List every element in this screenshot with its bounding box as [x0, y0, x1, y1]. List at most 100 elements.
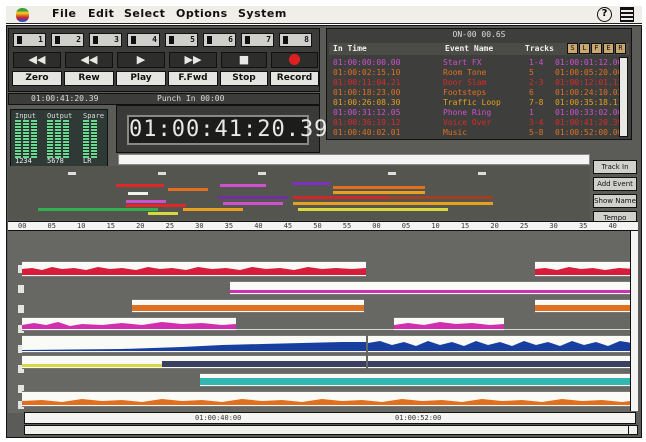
ruler-tick-label: 05	[401, 222, 411, 230]
ruler-tick-label: 55	[342, 222, 352, 230]
event-row[interactable]: 01:00:18:23.00 Footsteps 6 01:00:24:10.02	[331, 88, 622, 97]
stop-button[interactable]: ■ Stop	[220, 52, 268, 87]
header-button-l[interactable]: L	[579, 43, 590, 54]
rewind-button[interactable]: ◀◀ Rew	[64, 52, 114, 87]
track-arm-button-2[interactable]: 2	[51, 33, 84, 47]
audio-clip[interactable]	[368, 355, 638, 369]
audio-clip[interactable]	[368, 335, 638, 353]
overview-marker	[258, 172, 266, 175]
track-arm-button-7[interactable]: 7	[241, 33, 274, 47]
apple-menu-icon[interactable]	[16, 8, 29, 22]
meter-bar	[15, 120, 21, 158]
meter-bar	[47, 120, 53, 158]
event-tracks: 5	[529, 68, 534, 77]
audio-clip[interactable]	[394, 317, 504, 331]
event-out-time: 01:00:33:02.00	[555, 108, 623, 117]
track-arm-button-4[interactable]: 4	[127, 33, 160, 47]
track-arm-button-3[interactable]: 3	[89, 33, 122, 47]
track-arm-button-1[interactable]: 1	[13, 33, 46, 47]
track-vertical-scrollbar[interactable]	[630, 231, 638, 411]
counter-panel: 01:00:41:20.39	[116, 105, 327, 153]
selection-bar[interactable]	[118, 154, 590, 165]
meter-group-label-output: Output	[47, 112, 73, 120]
menu-select[interactable]: Select	[124, 7, 165, 20]
overview-marker	[158, 172, 166, 175]
punch-readout: Punch In 00:00	[157, 94, 225, 103]
overview-bar	[298, 208, 448, 211]
header-button-e[interactable]: E	[603, 43, 614, 54]
track-arm-button-8[interactable]: 8	[279, 33, 312, 47]
rewind-label: Rew	[64, 71, 114, 86]
record-button[interactable]: Record	[270, 52, 319, 87]
bottom-timeline-ruler[interactable]: 01:00:40:00 01:00:52:00	[24, 412, 636, 424]
resize-grip-icon[interactable]	[628, 425, 638, 435]
audio-clip[interactable]	[132, 299, 364, 313]
header-button-s[interactable]: S	[567, 43, 578, 54]
menu-file[interactable]: File	[52, 7, 77, 20]
event-in-time: 01:00:11:04.21	[333, 78, 401, 87]
event-row[interactable]: 01:00:36:19.12 Voice Over 3-4 01:00:41:20.3…	[331, 118, 622, 127]
rewind-icon: ◀◀	[65, 52, 113, 68]
audio-clip[interactable]	[535, 261, 637, 277]
event-list-scrollbar[interactable]	[619, 57, 628, 137]
event-name: Phone Ring	[443, 108, 492, 117]
audio-clip[interactable]	[535, 299, 637, 313]
event-row[interactable]: 01:00:31:12.05 Phone Ring 1 01:00:33:02.00	[331, 108, 623, 117]
ruler-tick-label: 45	[283, 222, 293, 230]
audio-clip[interactable]	[22, 317, 236, 331]
overview-marker	[68, 172, 76, 175]
header-button-r[interactable]: R	[615, 43, 626, 54]
event-row[interactable]: 01:00:40:02.01 Music 5-8 01:00:52:00.00	[331, 128, 622, 137]
overview-bar	[333, 186, 425, 189]
audio-clip[interactable]	[22, 261, 366, 277]
track-label[interactable]	[18, 305, 24, 313]
zero-button[interactable]: ◀◀ Zero	[12, 52, 62, 87]
meter-bar	[31, 120, 37, 158]
menu-options[interactable]: Options	[176, 7, 228, 20]
fast-forward-button[interactable]: ▶▶ F.Fwd	[168, 52, 218, 87]
play-button[interactable]: ▶ Play	[116, 52, 166, 87]
event-out-time: 01:00:05:20.00	[555, 68, 623, 77]
event-row[interactable]: 01:00:00:00.00 Start FX 1-4 01:00:01:12.00	[331, 58, 623, 67]
event-out-time: 01:00:01:12.00	[555, 58, 623, 67]
overview-bar	[38, 208, 158, 211]
track-arm-button-5[interactable]: 5	[165, 33, 198, 47]
audio-clip[interactable]	[22, 391, 638, 407]
column-event-name[interactable]: Event Name	[445, 44, 493, 53]
overview-panel[interactable]	[8, 166, 590, 220]
show-name-button[interactable]: Show Name	[593, 194, 637, 208]
column-tracks[interactable]: Tracks	[525, 44, 554, 53]
track-arm-button-6[interactable]: 6	[203, 33, 236, 47]
event-name: Traffic Loop	[443, 98, 501, 107]
column-in-time[interactable]: In Time	[333, 44, 367, 53]
fast-forward-icon: ▶▶	[169, 52, 217, 68]
event-tracks: 5-8	[529, 128, 544, 137]
header-button-f[interactable]: F	[591, 43, 602, 54]
overview-bar	[292, 182, 330, 185]
track-in-button[interactable]: Track In	[593, 160, 637, 174]
bottom-ruler-right-label: 01:00:52:00	[395, 414, 442, 422]
audio-clip[interactable]	[200, 373, 638, 387]
audio-clip[interactable]	[230, 281, 638, 295]
overview-bar	[223, 202, 283, 205]
menu-edit[interactable]: Edit	[88, 7, 114, 20]
horizontal-scrollbar[interactable]	[24, 425, 630, 435]
menu-system[interactable]: System	[238, 7, 287, 20]
event-name: Door Slam	[443, 78, 487, 87]
event-in-time: 01:00:40:02.01	[333, 128, 401, 137]
overview-bar	[388, 196, 493, 199]
event-row[interactable]: 01:00:11:04.21 Door Slam 2-3 01:00:12:01.13	[331, 78, 622, 87]
application-menu-icon[interactable]	[620, 7, 634, 22]
add-event-button[interactable]: Add Event	[593, 177, 637, 191]
event-row[interactable]: 01:00:26:08.30 Traffic Loop 7-8 01:00:35:18…	[331, 98, 622, 107]
event-row[interactable]: 01:00:02:15.10 Room Tone 5 01:00:05:20.00	[331, 68, 623, 77]
track-label[interactable]	[18, 285, 24, 293]
audio-clip[interactable]	[22, 355, 366, 369]
play-label: Play	[116, 71, 166, 86]
meter-label-output: 5678	[47, 157, 64, 165]
fast-forward-label: F.Fwd	[168, 71, 218, 86]
overview-bar	[293, 202, 493, 205]
help-icon[interactable]: ?	[597, 7, 612, 22]
timeline-ruler[interactable]: 00 05 10 15 20 25 30 35 40 45 50 55 00 05 10 15 20 25 30 35…	[8, 221, 638, 231]
audio-clip[interactable]	[22, 335, 366, 353]
